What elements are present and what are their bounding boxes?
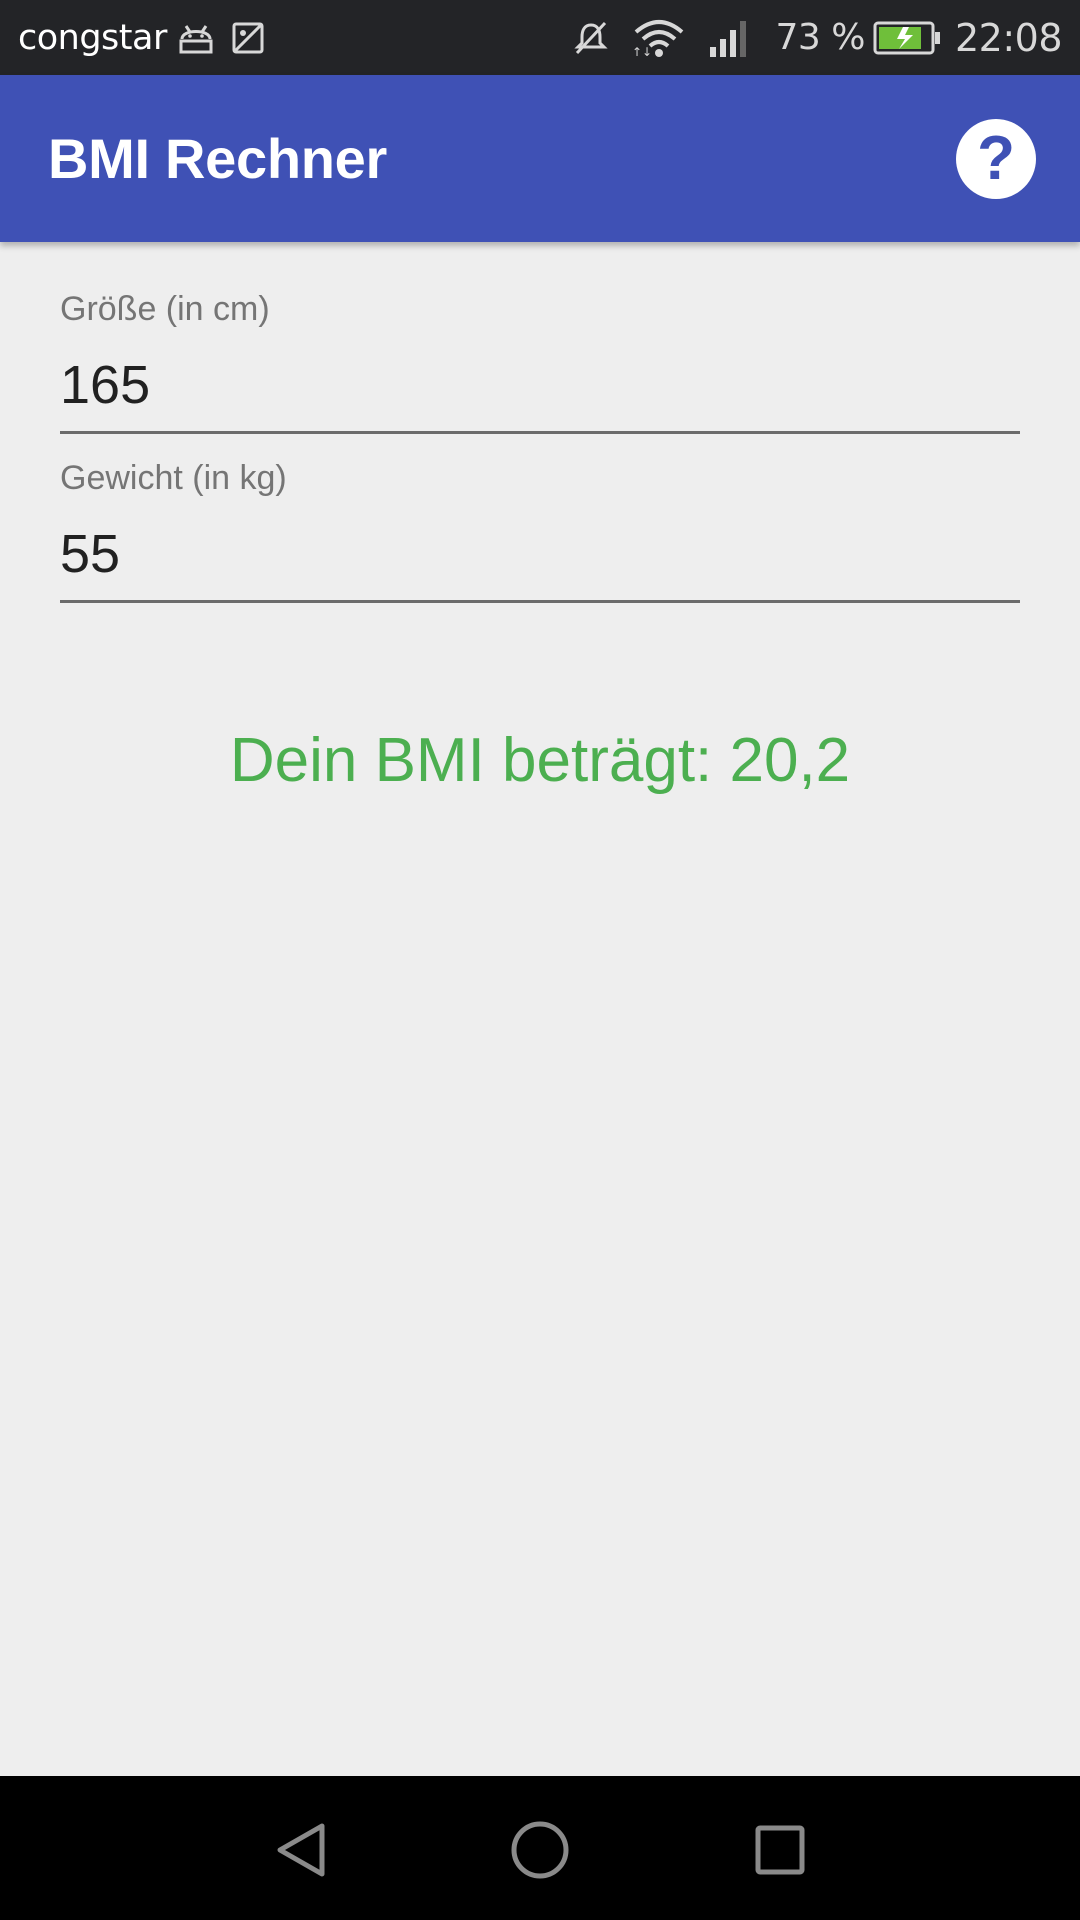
weight-label: Gewicht (in kg) <box>60 459 287 497</box>
back-button[interactable] <box>250 1798 350 1898</box>
weight-underline <box>60 600 1020 603</box>
recents-icon <box>755 1825 805 1875</box>
status-bar: congstar ↑↓ 73 % 22:08 <box>0 0 1080 75</box>
recents-button[interactable] <box>730 1798 830 1898</box>
android-debug-icon <box>177 21 215 55</box>
height-label: Größe (in cm) <box>60 290 270 328</box>
carrier-name: congstar <box>18 17 167 58</box>
bmi-result: Dein BMI beträgt: 20,2 <box>229 726 851 795</box>
height-underline <box>60 431 1020 434</box>
screen: congstar ↑↓ 73 % 22:08 BMI Rechner ? Grö… <box>0 0 1080 1920</box>
app-bar: BMI Rechner ? <box>0 75 1080 242</box>
home-icon <box>511 1821 569 1879</box>
wifi-icon: ↑↓ <box>632 18 686 58</box>
weight-field: Gewicht (in kg) <box>60 459 1020 607</box>
battery-percent: 73 % <box>775 17 866 58</box>
status-left: congstar <box>18 0 265 75</box>
app-title: BMI Rechner <box>48 127 387 190</box>
svg-text:↑↓: ↑↓ <box>632 45 652 58</box>
height-field: Größe (in cm) <box>60 290 1020 438</box>
clock: 22:08 <box>954 15 1063 60</box>
back-icon <box>277 1823 325 1877</box>
image-icon <box>231 21 265 55</box>
help-button[interactable]: ? <box>956 119 1036 199</box>
help-icon: ? <box>977 124 1015 193</box>
mute-icon <box>572 19 610 57</box>
signal-icon <box>708 19 750 57</box>
home-button[interactable] <box>490 1798 590 1898</box>
navigation-bar <box>0 1776 1080 1920</box>
status-right: ↑↓ 73 % 22:08 <box>572 0 1063 75</box>
height-input[interactable] <box>60 352 1020 418</box>
weight-input[interactable] <box>60 521 1020 587</box>
battery-charging-icon <box>873 21 941 55</box>
